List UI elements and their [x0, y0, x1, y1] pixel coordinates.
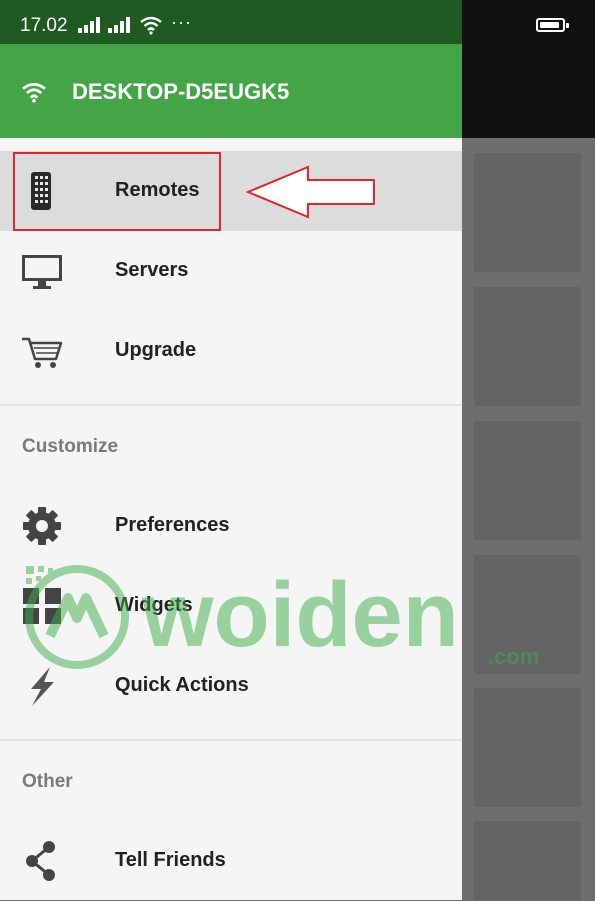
- background-toolbar: [462, 44, 595, 138]
- menu-item-label: Upgrade: [115, 339, 197, 361]
- divider: [0, 739, 462, 741]
- battery-icon: [536, 18, 569, 32]
- menu-item-tell-friends[interactable]: Tell Friends: [0, 821, 462, 901]
- menu-item-servers[interactable]: Servers: [0, 231, 462, 311]
- monitor-icon: [22, 255, 62, 289]
- background-card: [474, 421, 581, 540]
- menu-item-label: Quick Actions: [115, 674, 249, 696]
- cart-icon: [22, 337, 63, 368]
- menu-item-preferences[interactable]: Preferences: [0, 486, 462, 566]
- background-card: [474, 688, 581, 807]
- background-card: [474, 287, 581, 406]
- section-header-other: Other: [22, 771, 73, 792]
- watermark-text: woiden: [141, 564, 459, 666]
- menu-item-label: Tell Friends: [115, 849, 226, 871]
- more-notifications-icon: ···: [171, 12, 192, 32]
- menu-item-label: Servers: [115, 259, 189, 281]
- share-icon: [26, 841, 55, 881]
- drawer-header[interactable]: DESKTOP-D5EUGK5: [0, 44, 462, 138]
- status-bar: 17.02 ···: [0, 0, 595, 44]
- server-name: DESKTOP-D5EUGK5: [72, 79, 290, 104]
- menu-item-upgrade[interactable]: Upgrade: [0, 311, 462, 391]
- section-header-customize: Customize: [22, 436, 119, 457]
- signal-icon-2: [108, 17, 130, 33]
- woiden-watermark-logo: woiden .com: [25, 564, 539, 669]
- wifi-icon: [22, 82, 46, 103]
- watermark-suffix: .com: [488, 644, 539, 669]
- wifi-status-icon: [140, 16, 162, 35]
- signal-icon: [78, 17, 100, 33]
- status-time: 17.02: [20, 15, 68, 36]
- pointer-arrow: [245, 165, 375, 219]
- menu-item-label: Preferences: [115, 514, 230, 536]
- bolt-icon: [31, 667, 54, 706]
- background-card: [474, 821, 581, 900]
- highlight-box: [13, 152, 221, 231]
- background-card: [474, 153, 581, 272]
- status-bar-green-area: [0, 0, 462, 44]
- gear-icon: [23, 507, 61, 545]
- divider: [0, 404, 462, 406]
